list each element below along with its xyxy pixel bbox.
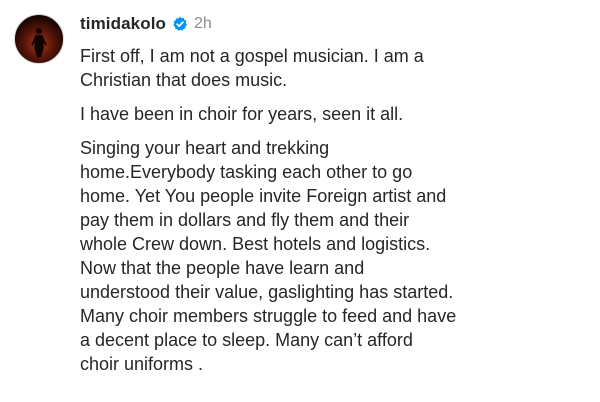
comment-paragraph-2: I have been in choir for years, seen it … [80, 104, 404, 124]
verified-badge-icon [172, 16, 188, 32]
timestamp: 2h [194, 15, 212, 32]
comment-header: timidakolo 2h [80, 12, 212, 36]
avatar[interactable] [14, 14, 64, 64]
comment-paragraph-3: Singing your heart and trekking home.Eve… [80, 138, 457, 374]
comment-body: First off, I am not a gospel musician. I… [80, 44, 590, 376]
username[interactable]: timidakolo [80, 14, 166, 34]
comment-paragraph-1: First off, I am not a gospel musician. I… [80, 46, 424, 90]
person-silhouette-icon [31, 28, 47, 58]
comment: timidakolo 2h First off, I am not a gosp… [0, 0, 600, 402]
